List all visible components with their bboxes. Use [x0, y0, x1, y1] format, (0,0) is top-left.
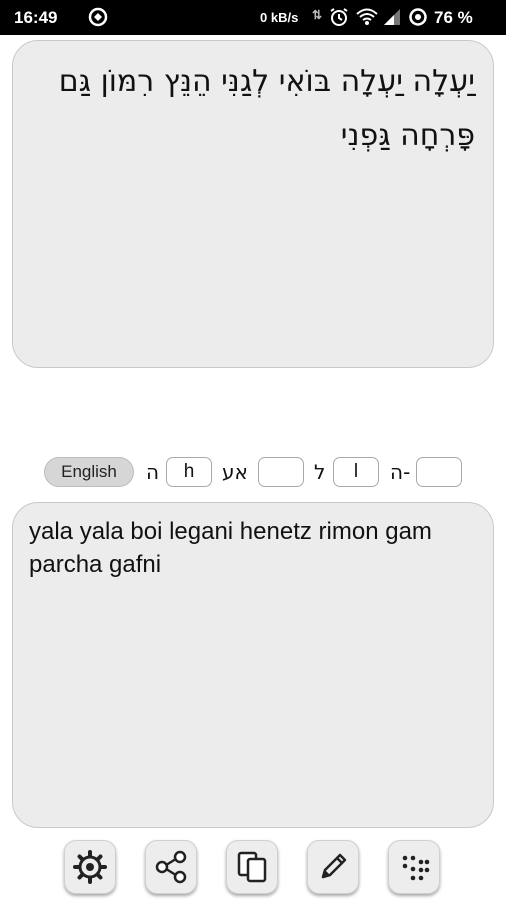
bottom-toolbar: [0, 838, 506, 900]
share-icon: [155, 850, 187, 884]
hebrew-letter-label: ל: [314, 460, 326, 484]
hebrew-letter-label: ה-: [390, 460, 411, 484]
hebrew-input-text[interactable]: יַעְלָה יַעְלָה בּוֹאִי לְגַנִּי הֵנֵּץ …: [31, 55, 475, 163]
braille-dots-icon: [402, 855, 430, 881]
braille-button[interactable]: [388, 840, 440, 894]
status-bar: 16:49 0 kB/s ⇅ 76 %: [0, 0, 506, 35]
mapping-input-alef-ayin[interactable]: [258, 457, 304, 487]
letter-mapping-row: English ה h אע ל l ה-: [0, 455, 506, 487]
share-button[interactable]: [145, 840, 197, 894]
mapping-input-lamed[interactable]: l: [333, 457, 379, 487]
settings-button[interactable]: [64, 840, 116, 894]
language-toggle-button[interactable]: English: [44, 457, 134, 487]
mapping-input-he[interactable]: h: [166, 457, 212, 487]
hebrew-letter-label: אע: [222, 460, 248, 484]
battery-percent: 76 %: [434, 8, 473, 27]
copy-button[interactable]: [226, 840, 278, 894]
app-notification-icon: [88, 7, 108, 27]
alarm-icon: [330, 8, 348, 26]
copy-icon: [237, 851, 267, 883]
settings-icon: [73, 850, 107, 884]
network-speed: 0 kB/s: [260, 10, 299, 25]
edit-button[interactable]: [307, 840, 359, 894]
transliteration-text[interactable]: yala yala boi legani henetz rimon gam pa…: [29, 515, 477, 581]
signal-icon: [384, 9, 400, 25]
data-arrows-icon: ⇅: [312, 8, 323, 22]
pencil-icon: [321, 853, 347, 879]
hebrew-letter-label: ה: [146, 460, 160, 484]
wifi-icon: [356, 8, 378, 25]
mapping-input-final-he[interactable]: [416, 457, 462, 487]
status-time: 16:49: [14, 8, 58, 27]
hebrew-text-panel[interactable]: יַעְלָה יַעְלָה בּוֹאִי לְגַנִּי הֵנֵּץ …: [12, 40, 494, 368]
battery-saver-icon: [409, 8, 427, 26]
transliteration-panel[interactable]: yala yala boi legani henetz rimon gam pa…: [12, 502, 494, 828]
